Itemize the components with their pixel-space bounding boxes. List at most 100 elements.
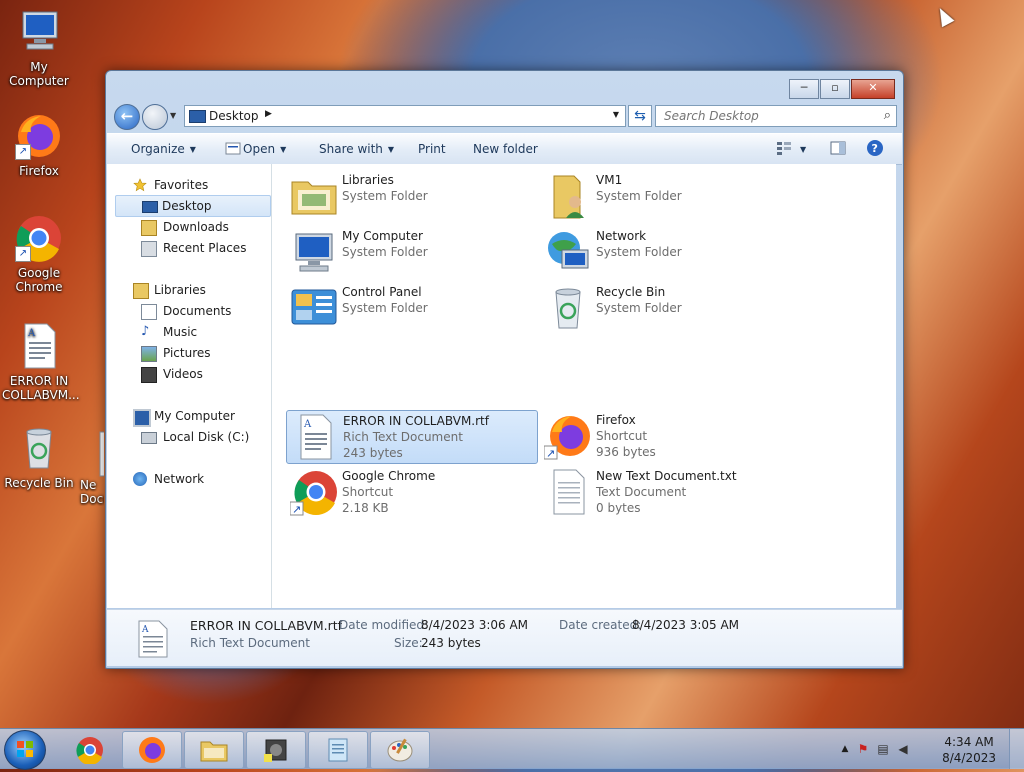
taskbar-chrome-button[interactable]: [60, 731, 120, 769]
svg-text:↗: ↗: [292, 503, 301, 516]
documents-icon: [141, 304, 157, 320]
file-tile[interactable]: Libraries System Folder: [286, 170, 536, 222]
file-tile[interactable]: VM1 System Folder: [540, 170, 790, 222]
file-tile-selected[interactable]: A ERROR IN COLLABVM.rtf Rich Text Docume…: [286, 410, 538, 464]
address-bar[interactable]: Desktop ▶ ▼: [184, 105, 626, 127]
desktop-icon-new-text-document[interactable]: Ne Docu: [76, 430, 104, 506]
help-icon[interactable]: ?: [866, 139, 884, 157]
search-box[interactable]: ⌕: [655, 105, 897, 127]
chevron-down-icon: ▼: [189, 145, 196, 154]
maximize-button[interactable]: ▫: [820, 79, 850, 99]
nav-local-disk[interactable]: Local Disk (C:): [107, 427, 269, 447]
details-file-name: ERROR IN COLLABVM.rtf: [190, 618, 343, 633]
details-date-created: 8/4/2023 3:05 AM: [632, 618, 740, 632]
shortcut-arrow-icon: ↗: [15, 144, 31, 160]
nav-my-computer[interactable]: My Computer: [107, 406, 269, 427]
svg-text:A: A: [141, 625, 149, 635]
recent-pages-dropdown-icon[interactable]: ▼: [170, 111, 176, 120]
shortcut-arrow-icon: ↗: [15, 246, 31, 262]
file-tile[interactable]: ↗ Firefox Shortcut 936 bytes: [540, 410, 790, 462]
nav-videos[interactable]: Videos: [107, 364, 269, 384]
text-document-icon: [76, 430, 104, 478]
network-status-icon[interactable]: ▤: [876, 742, 890, 756]
caption-buttons: ─ ▫ ✕: [788, 79, 895, 99]
file-tile[interactable]: Recycle Bin System Folder: [540, 282, 790, 334]
file-tile[interactable]: ↗ Google Chrome Shortcut 2.18 KB: [286, 466, 536, 518]
chrome-icon: [76, 737, 103, 764]
nav-documents[interactable]: Documents: [107, 301, 269, 321]
volume-muted-icon[interactable]: ◀: [896, 742, 910, 756]
svg-text:↗: ↗: [546, 447, 555, 460]
details-file-type: Rich Text Document: [190, 636, 310, 650]
open-icon: [225, 142, 241, 155]
organize-menu[interactable]: Organize ▼: [131, 142, 196, 156]
share-with-menu[interactable]: Share with ▼: [319, 142, 394, 156]
file-tile[interactable]: Network System Folder: [540, 226, 790, 278]
address-dropdown-icon[interactable]: ▼: [613, 110, 619, 119]
new-folder-button[interactable]: New folder: [473, 142, 538, 156]
file-tile[interactable]: My Computer System Folder: [286, 226, 536, 278]
close-button[interactable]: ✕: [851, 79, 895, 99]
desktop-icon-label: Ne Docu: [80, 478, 104, 506]
view-options-chevron-icon[interactable]: ▼: [800, 145, 806, 154]
pictures-icon: [141, 346, 157, 362]
desktop-icon-recycle-bin[interactable]: Recycle Bin: [1, 424, 77, 490]
clock[interactable]: 4:34 AM 8/4/2023: [942, 734, 996, 766]
taskbar-paint-button[interactable]: [370, 731, 430, 769]
recycle-bin-icon: [555, 288, 581, 329]
desktop-icon-label: Recycle Bin: [4, 476, 74, 490]
nav-pictures[interactable]: Pictures: [107, 343, 269, 363]
print-button[interactable]: Print: [418, 142, 446, 156]
breadcrumb-arrow-icon[interactable]: ▶: [265, 109, 272, 119]
downloads-folder-icon: [141, 220, 157, 236]
open-menu[interactable]: Open ▼: [243, 142, 286, 156]
desktop-icon-google-chrome[interactable]: ↗ Google Chrome: [1, 214, 77, 294]
details-pane: A ERROR IN COLLABVM.rtf Rich Text Docume…: [107, 609, 902, 666]
navigation-bar: ← ▼ Desktop ▶ ▼ ⇆ ⌕: [114, 103, 897, 130]
nav-music[interactable]: ♪ Music: [107, 322, 269, 342]
computer-icon: [133, 409, 151, 427]
file-tile[interactable]: New Text Document.txt Text Document 0 by…: [540, 466, 790, 518]
svg-text:A: A: [303, 419, 312, 430]
action-center-flag-icon[interactable]: ⚑: [856, 742, 870, 756]
refresh-button[interactable]: ⇆: [628, 105, 652, 127]
windows-logo-icon: [17, 741, 33, 757]
nav-desktop[interactable]: Desktop: [115, 195, 271, 217]
taskbar-notepad-button[interactable]: [308, 731, 368, 769]
paint-palette-icon: [387, 738, 413, 762]
nav-network[interactable]: Network: [107, 469, 269, 489]
nav-favorites[interactable]: Favorites: [107, 175, 269, 195]
back-button[interactable]: ←: [114, 104, 140, 130]
nav-downloads[interactable]: Downloads: [107, 217, 269, 237]
forward-button[interactable]: [142, 104, 168, 130]
file-tile[interactable]: Control Panel System Folder: [286, 282, 536, 334]
change-view-icon[interactable]: [776, 141, 792, 155]
desktop-icon-my-computer[interactable]: My Computer: [1, 8, 77, 88]
media-player-icon: [264, 739, 287, 762]
details-date-modified-label: Date modified:: [339, 618, 429, 632]
rtf-document-icon: A: [15, 322, 63, 370]
desktop-icon-firefox[interactable]: ↗ Firefox: [1, 112, 77, 178]
show-desktop-button[interactable]: [1009, 729, 1024, 769]
star-icon: [133, 178, 147, 192]
nav-libraries[interactable]: Libraries: [107, 280, 269, 300]
search-icon[interactable]: ⌕: [884, 108, 891, 123]
hard-drive-icon: [141, 432, 157, 444]
start-button[interactable]: [4, 730, 46, 770]
chrome-icon: ↗: [15, 214, 63, 262]
firefox-icon: [139, 737, 165, 763]
preview-pane-icon[interactable]: [830, 141, 846, 155]
explorer-window[interactable]: ─ ▫ ✕ ← ▼ Desktop ▶ ▼ ⇆ ⌕ Organize▼ Open…: [105, 70, 904, 669]
refresh-icon: ⇆: [634, 108, 646, 124]
taskbar-explorer-button[interactable]: [184, 731, 244, 769]
navigation-pane[interactable]: Favorites Desktop Downloads Recent Place…: [107, 164, 272, 608]
taskbar-media-button[interactable]: [246, 731, 306, 769]
nav-recent-places[interactable]: Recent Places: [107, 238, 269, 258]
minimize-button[interactable]: ─: [789, 79, 819, 99]
back-arrow-icon: ←: [120, 107, 134, 125]
search-input[interactable]: [662, 106, 876, 126]
desktop-icon-error-rtf[interactable]: A ERROR IN COLLABVM...: [1, 322, 80, 402]
show-hidden-icons-icon[interactable]: ▲: [838, 742, 852, 756]
file-list[interactable]: Libraries System Folder VM1 System Folde…: [272, 164, 896, 608]
taskbar-firefox-button[interactable]: [122, 731, 182, 769]
